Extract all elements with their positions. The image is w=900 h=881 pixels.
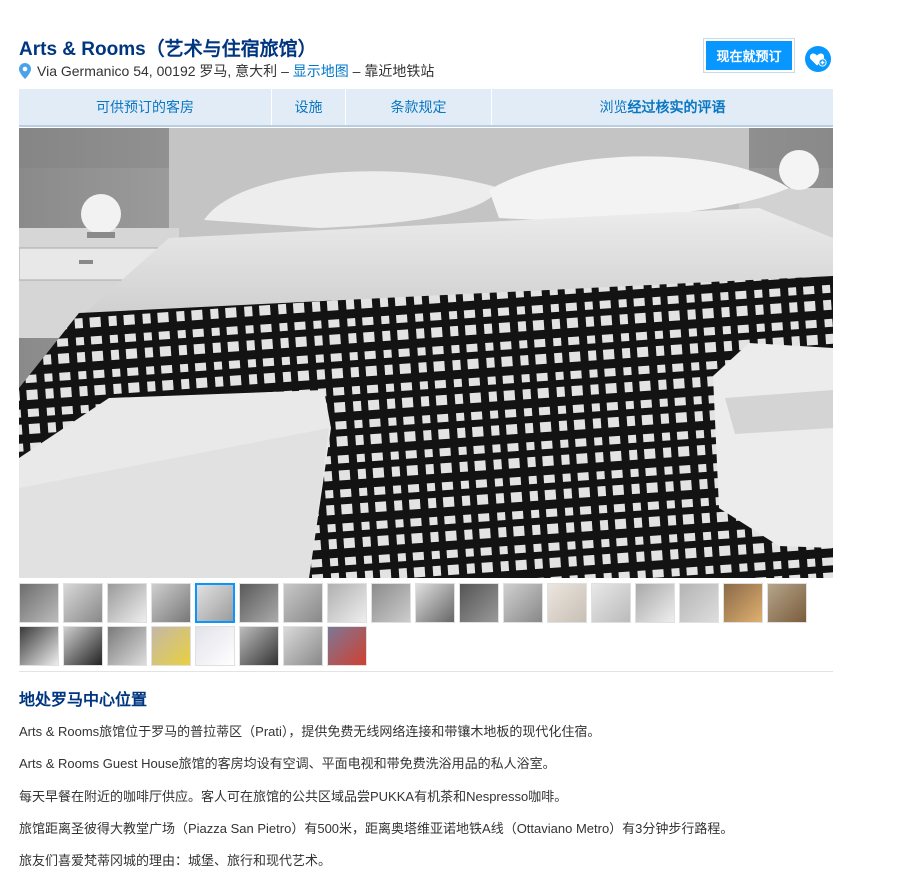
wall-grey-thumb[interactable] xyxy=(679,583,719,623)
tab-policies[interactable]: 条款规定 xyxy=(346,89,492,125)
book-now-button[interactable]: 现在就预订 xyxy=(704,39,794,72)
door-thumb[interactable] xyxy=(63,583,103,623)
tab-reviews[interactable]: 浏览 经过核实的评语 xyxy=(492,89,833,125)
description-title: 地处罗马中心位置 xyxy=(19,692,148,709)
metro-note: 靠近地铁站 xyxy=(364,63,435,79)
bath-thumb[interactable] xyxy=(503,583,543,623)
cups-thumb[interactable] xyxy=(195,626,235,666)
tab-label: 可供预订的客房 xyxy=(96,99,194,115)
room-dark-thumb[interactable] xyxy=(239,583,279,623)
address-separator: – xyxy=(277,63,293,79)
curtain-thumb[interactable] xyxy=(591,583,631,623)
show-map-link[interactable]: 显示地图 xyxy=(293,63,349,79)
tab-label: 设施 xyxy=(294,99,323,115)
main-photo[interactable] xyxy=(19,128,833,578)
corridor-thumb[interactable] xyxy=(19,583,59,623)
bathroom-glass-thumb[interactable] xyxy=(371,583,411,623)
divider xyxy=(19,671,833,672)
hallway-thumb[interactable] xyxy=(107,626,147,666)
room-wide-thumb[interactable] xyxy=(635,583,675,623)
description-paragraph: Arts & Rooms旅馆位于罗马的普拉蒂区（Prati），提供免费无线网络连… xyxy=(19,724,601,739)
address-separator: – xyxy=(348,63,365,79)
address-text: Via Germanico 54, 00192 罗马, 意大利 xyxy=(37,63,278,79)
description-paragraph: 每天早餐在附近的咖啡厅供应。客人可在旅馆的公共区域品尝PUKKA有机茶和Nesp… xyxy=(19,789,568,804)
bed-thumb[interactable] xyxy=(195,583,235,623)
metro-street-thumb[interactable] xyxy=(327,626,367,666)
roma-sign-thumb[interactable] xyxy=(239,626,279,666)
room-pink-thumb[interactable] xyxy=(547,583,587,623)
tab-label: 浏览 xyxy=(599,99,628,115)
shower-thumb[interactable] xyxy=(327,583,367,623)
tab-bar: 可供预订的客房 设施 条款规定 浏览 经过核实的评语 xyxy=(19,89,833,127)
toilet-thumb[interactable] xyxy=(415,583,455,623)
lights-thumb[interactable] xyxy=(723,583,763,623)
tab-label: 条款规定 xyxy=(390,99,447,115)
artwork-thumb[interactable] xyxy=(767,583,807,623)
address-row: Via Germanico 54, 00192 罗马, 意大利 – 显示地图 –… xyxy=(19,61,434,81)
newyork-poster-thumb[interactable] xyxy=(19,626,59,666)
description-paragraph: 旅友们喜爱梵蒂冈城的理由：城堡、旅行和现代艺术。 xyxy=(19,853,332,868)
lounge-thumb[interactable] xyxy=(63,626,103,666)
breakfast-thumb[interactable] xyxy=(151,626,191,666)
tab-facilities[interactable]: 设施 xyxy=(272,89,346,125)
description-paragraph: Arts & Rooms Guest House旅馆的客房均设有空调、平面电视和… xyxy=(19,756,556,771)
kettle-thumb[interactable] xyxy=(283,626,323,666)
description-paragraph: 旅馆距离圣彼得大教堂广场（Piazza San Pietro）有500米，距离奥… xyxy=(19,821,734,836)
wishlist-button[interactable] xyxy=(805,46,831,72)
window-thumb[interactable] xyxy=(283,583,323,623)
room-white-thumb[interactable] xyxy=(459,583,499,623)
tab-label-bold: 经过核实的评语 xyxy=(627,99,726,115)
bed-towels-thumb[interactable] xyxy=(151,583,191,623)
tab-available-rooms[interactable]: 可供预订的客房 xyxy=(19,89,272,125)
heart-plus-icon xyxy=(809,53,827,67)
hotel-title: Arts & Rooms（艺术与住宿旅馆） xyxy=(19,39,317,60)
bathroom-thumb[interactable] xyxy=(107,583,147,623)
map-pin-icon xyxy=(19,63,31,79)
